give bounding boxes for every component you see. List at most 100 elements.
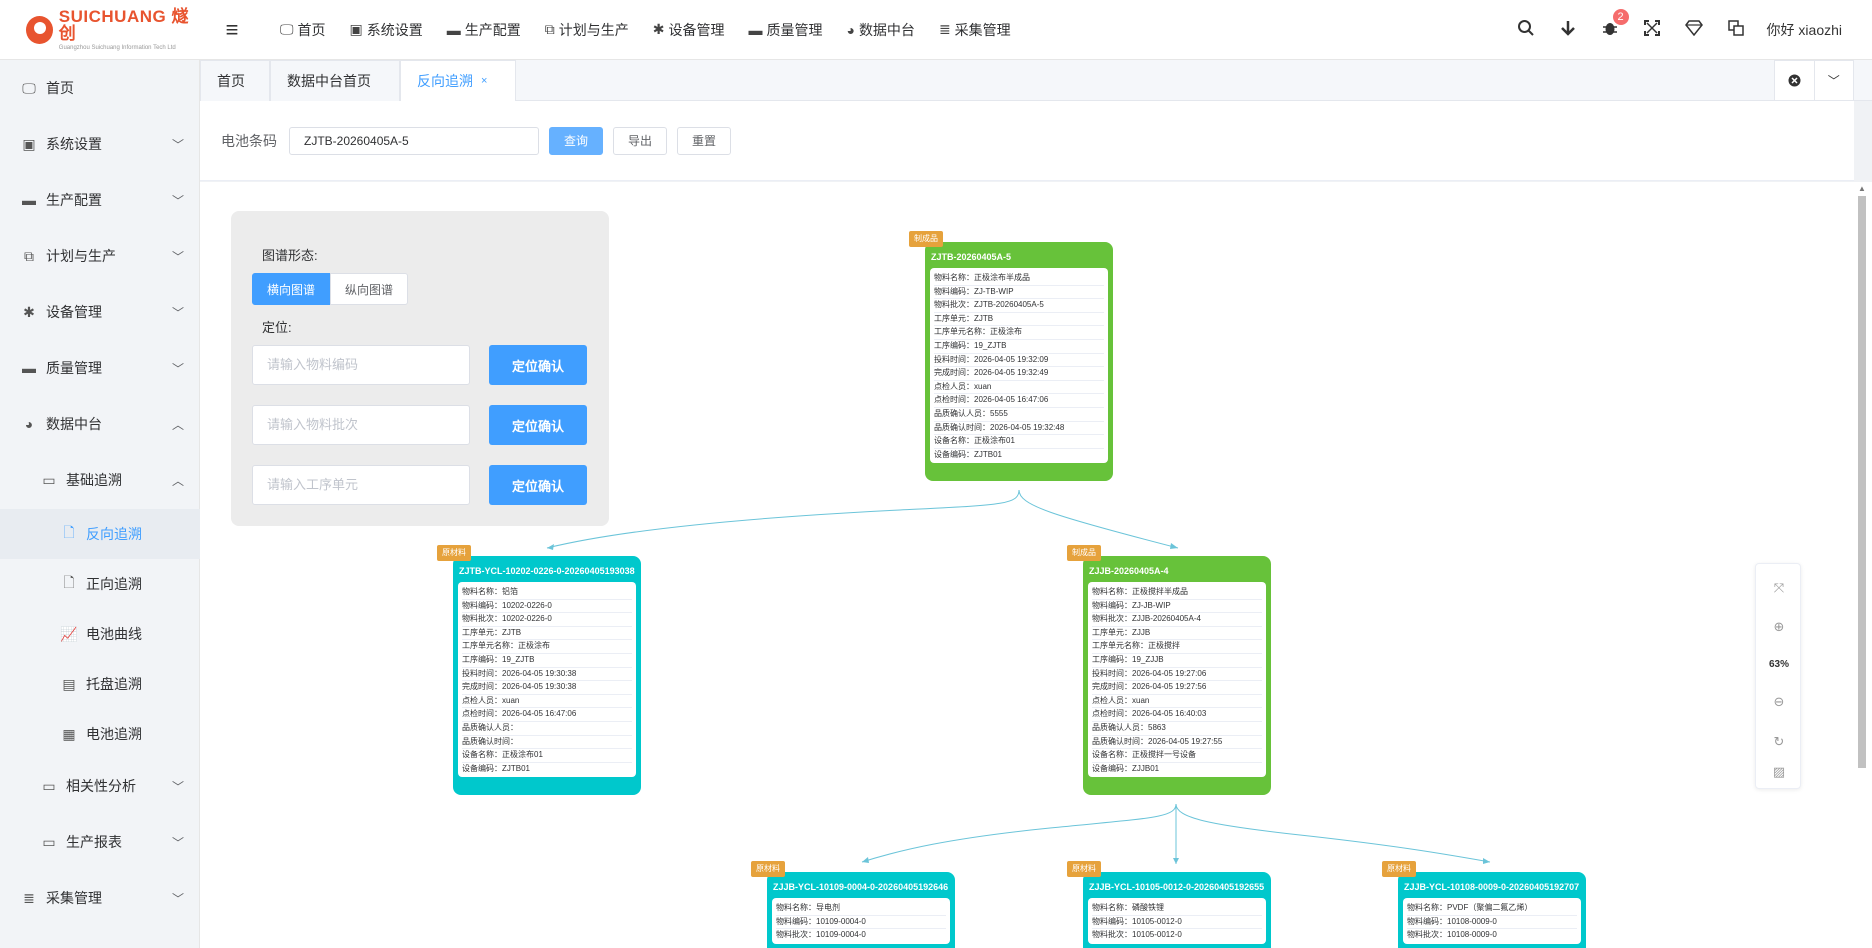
node-field: 物料批次：10202-0226-0	[462, 613, 632, 627]
zoom-out-icon[interactable]: ⊖	[1756, 694, 1802, 710]
node-type-tag: 原材料	[1382, 861, 1416, 877]
sidebar-item-battery-trace[interactable]: ▦ 电池追溯	[0, 709, 200, 759]
topnav-system-settings[interactable]: ▣ 系统设置	[338, 0, 435, 60]
node-title: ZJJB-YCL-10109-0004-0-20260405192646	[773, 882, 949, 892]
image-export-icon[interactable]: ▨	[1756, 764, 1802, 780]
node-field: 点检人员：xuan	[1092, 695, 1262, 709]
query-button[interactable]: 查询	[549, 126, 604, 155]
sidebar-item-battery-curve[interactable]: 📈 电池曲线	[0, 609, 200, 659]
node-field: 工序编码：19_ZJTB	[462, 654, 632, 668]
sidebar-item-production-config[interactable]: ▬ 生产配置 ﹀	[0, 172, 200, 228]
locate-confirm-button-1[interactable]: 定位确认	[489, 345, 587, 385]
translate-icon[interactable]	[1715, 19, 1757, 42]
tabs-actions: ﹀	[1774, 60, 1854, 101]
monitor-icon: 🖵	[280, 21, 294, 37]
node-body: 物料名称：磷酸铁锂 物料编码：10105-0012-0 物料批次：10105-001…	[1088, 898, 1266, 944]
user-settings-icon: ▣	[22, 135, 36, 152]
sidebar-item-correlation[interactable]: ▭ 相关性分析 ﹀	[0, 758, 200, 814]
sidebar-item-home[interactable]: 🖵 首页	[0, 60, 200, 116]
node-field: 点检时间：2026-04-05 16:47:06	[462, 708, 632, 722]
node-field: 投料时间：2026-04-05 19:30:38	[462, 668, 632, 682]
sidebar: 🖵 首页 ▣ 系统设置 ﹀ ▬ 生产配置 ﹀ ⧉ 计划与生产 ﹀ ✱ 设备管理 ﹀ ▬ 质量管理 ﹀ …	[0, 60, 200, 948]
node-field: 品质确认人员：5555	[934, 408, 1104, 422]
menu-toggle-icon[interactable]: ≡	[212, 17, 252, 43]
trace-node[interactable]: 原材料 ZJJB-YCL-10108-0009-0-20260405192707…	[1382, 861, 1586, 948]
search-icon[interactable]	[1505, 19, 1547, 42]
node-field: 物料名称：导电剂	[776, 902, 946, 916]
diamond-icon[interactable]	[1673, 19, 1715, 41]
node-field: 投料时间：2026-04-05 19:27:06	[1092, 668, 1262, 682]
node-field: 设备编码：ZJTB01	[462, 763, 531, 773]
user-greeting[interactable]: 你好 xiaozhi	[1767, 20, 1842, 40]
node-field: 物料批次：ZJTB-20260405A-5	[934, 299, 1104, 313]
vertical-graph-button[interactable]: 纵向图谱	[330, 273, 409, 305]
material-code-input[interactable]: 请输入物料编码	[252, 345, 470, 385]
scroll-up-icon[interactable]: ▲	[1858, 184, 1866, 193]
node-field: 投料时间：2026-04-05 19:32:09	[934, 354, 1104, 368]
briefcase-icon: ▬	[446, 21, 461, 38]
sidebar-item-data-center[interactable]: ◕ 数据中台 ︿	[0, 396, 200, 452]
sidebar-item-production-report[interactable]: ▭ 生产报表 ﹀	[0, 814, 200, 870]
node-body: 物料名称：正极搅拌半成品 物料编码：ZJ-JB-WIP 物料批次：ZJJB-2026…	[1088, 582, 1266, 778]
node-field: 品质确认时间：	[462, 736, 632, 750]
tab-reverse-trace[interactable]: 反向追溯 ×	[400, 60, 516, 101]
node-field: 点检人员：xuan	[462, 695, 632, 709]
topnav-data-center[interactable]: ◕ 数据中台	[834, 0, 926, 60]
download-icon[interactable]	[1547, 19, 1589, 42]
trace-node[interactable]: 原材料 ZJTB-YCL-10202-0226-0-20260405193038…	[437, 545, 641, 795]
close-all-tabs-icon[interactable]	[1775, 61, 1814, 100]
sidebar-item-equipment[interactable]: ✱ 设备管理 ﹀	[0, 284, 200, 340]
battery-code-input[interactable]: ZJTB-20260405A-5	[289, 126, 539, 155]
close-icon[interactable]: ×	[481, 75, 487, 87]
topnav-quality[interactable]: ▬ 质量管理	[736, 0, 834, 60]
tabs-bar: 首页 数据中台首页 反向追溯 × ﹀	[200, 60, 1872, 101]
sidebar-item-collection[interactable]: ≣ 采集管理 ﹀	[0, 870, 200, 926]
chevron-down-icon: ﹀	[171, 891, 184, 906]
scrollbar-thumb[interactable]	[1858, 196, 1866, 768]
node-field: 工序单元：ZJTB	[934, 313, 1104, 327]
sidebar-item-tray-trace[interactable]: ▤ 托盘追溯	[0, 659, 200, 709]
tab-home[interactable]: 首页	[200, 60, 270, 101]
node-body: 物料名称：铝箔 物料编码：10202-0226-0 物料批次：10202-0226-…	[458, 582, 636, 778]
gear-icon: ✱	[652, 21, 665, 37]
horizontal-graph-button[interactable]: 横向图谱	[252, 273, 331, 305]
tab-data-center-home[interactable]: 数据中台首页	[270, 60, 400, 101]
topnav-planning[interactable]: ⧉ 计划与生产	[533, 0, 641, 60]
topnav-production-config[interactable]: ▬ 生产配置	[435, 0, 533, 60]
sidebar-item-quality[interactable]: ▬ 质量管理 ﹀	[0, 340, 200, 396]
pie-chart-icon: ◕	[846, 21, 855, 38]
trace-node[interactable]: 制成品 ZJTB-20260405A-5 物料名称：正极涂布半成品 物料编码：ZJ…	[909, 231, 1113, 481]
node-field: 物料编码：10202-0226-0	[462, 600, 632, 614]
node-field: 完成时间：2026-04-05 19:32:49	[934, 367, 1104, 381]
reset-button[interactable]: 重置	[677, 126, 732, 155]
export-button[interactable]: 导出	[613, 126, 668, 155]
sidebar-item-forward-trace[interactable]: 🗋 正向追溯	[0, 559, 200, 609]
bug-icon[interactable]: 2	[1589, 8, 1631, 42]
zoom-in-icon[interactable]: ⊕	[1756, 619, 1802, 635]
trace-node[interactable]: 原材料 ZJJB-YCL-10105-0012-0-20260405192655…	[1067, 861, 1271, 948]
locate-confirm-button-2[interactable]: 定位确认	[489, 405, 587, 445]
trace-node[interactable]: 制成品 ZJJB-20260405A-4 物料名称：正极搅拌半成品 物料编码：ZJ…	[1067, 545, 1271, 795]
node-field: 物料名称：正极涂布半成品	[934, 272, 1104, 286]
fit-view-icon[interactable]: ⤧	[1756, 580, 1802, 596]
trace-node[interactable]: 原材料 ZJJB-YCL-10109-0004-0-20260405192646…	[751, 861, 955, 948]
material-batch-input[interactable]: 请输入物料批次	[252, 405, 470, 445]
sidebar-item-basic-trace[interactable]: ▭ 基础追溯 ︿	[0, 452, 200, 508]
process-unit-input[interactable]: 请输入工序单元	[252, 465, 470, 505]
sidebar-item-reverse-trace[interactable]: 🗋 反向追溯	[0, 509, 200, 559]
locate-confirm-button-3[interactable]: 定位确认	[489, 465, 587, 505]
refresh-icon[interactable]: ↻	[1756, 734, 1802, 750]
folder-icon: ▭	[42, 471, 56, 488]
fullscreen-icon[interactable]	[1631, 19, 1673, 41]
topnav-collection[interactable]: ≣ 采集管理	[927, 0, 1023, 60]
chevron-up-icon: ︿	[171, 473, 184, 488]
app-logo: SUICHUANG 燧创 Guangzhou Suichuang Informa…	[0, 0, 200, 60]
sidebar-item-system-settings[interactable]: ▣ 系统设置 ﹀	[0, 116, 200, 172]
topnav-home[interactable]: 🖵 首页	[268, 0, 338, 60]
graph-scrollbar[interactable]: ▲	[1854, 182, 1872, 948]
node-field: 点检人员：xuan	[934, 381, 1104, 395]
chevron-down-icon[interactable]: ﹀	[1813, 61, 1854, 100]
sidebar-item-planning[interactable]: ⧉ 计划与生产 ﹀	[0, 228, 200, 284]
topnav-equipment[interactable]: ✱ 设备管理	[641, 0, 737, 60]
node-field: 物料编码：10109-0004-0	[776, 916, 946, 930]
